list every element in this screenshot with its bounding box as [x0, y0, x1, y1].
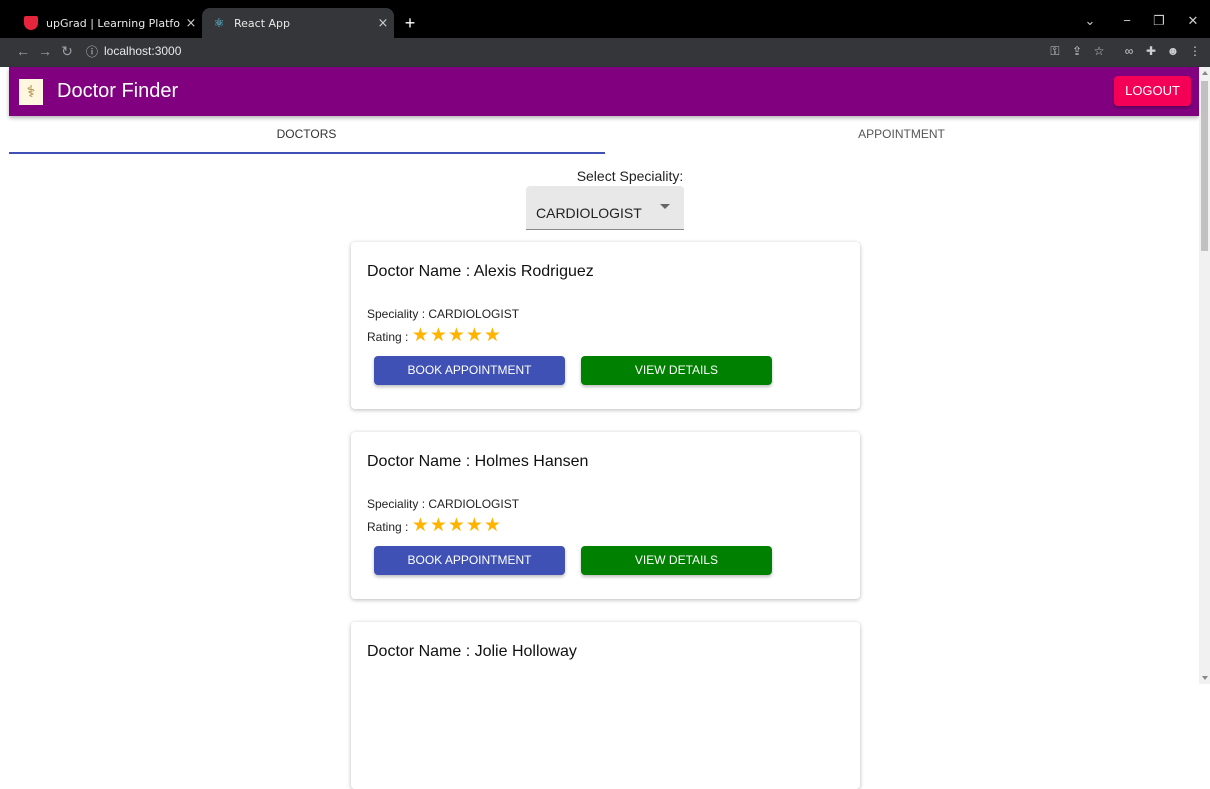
reload-icon[interactable]: ↻	[56, 43, 78, 60]
minimize-button[interactable]: −	[1112, 8, 1142, 34]
menu-kebab-icon[interactable]: ⋮	[1184, 44, 1206, 58]
doctor-speciality: Speciality : CARDIOLOGIST	[367, 497, 520, 511]
doctor-speciality: Speciality : CARDIOLOGIST	[367, 307, 520, 321]
star-icon: ★	[411, 515, 429, 536]
book-appointment-button[interactable]: BOOK APPOINTMENT	[374, 546, 565, 575]
profile-avatar-icon[interactable]: ☻	[1162, 44, 1184, 58]
rating-stars: ★ ★ ★ ★ ★	[411, 325, 501, 346]
site-info-icon[interactable]: ⓘ	[86, 43, 98, 60]
rating-label: Rating :	[367, 330, 409, 344]
new-tab-button[interactable]: +	[400, 10, 420, 36]
rating-stars: ★ ★ ★ ★ ★	[411, 515, 501, 536]
key-icon[interactable]: ⚿	[1044, 44, 1066, 59]
scrollbar-thumb[interactable]	[1201, 81, 1208, 251]
doctor-card: Doctor Name : Holmes Hansen Speciality :…	[351, 432, 860, 599]
rating-label: Rating :	[367, 520, 409, 534]
bookmark-star-icon[interactable]: ☆	[1088, 44, 1110, 58]
close-tab-icon[interactable]: ×	[180, 16, 202, 31]
doctor-card: Doctor Name : Jolie Holloway	[351, 622, 860, 789]
star-icon: ★	[411, 325, 429, 346]
doctor-name: Doctor Name : Alexis Rodriguez	[367, 263, 594, 280]
caduceus-icon: ⚕	[19, 78, 43, 105]
dropdown-arrow-icon	[660, 204, 670, 209]
url-text: localhost:3000	[104, 44, 182, 58]
react-favicon-icon: ⚛	[213, 16, 225, 30]
back-icon[interactable]: ←	[12, 43, 34, 59]
browser-tab-title: React App	[234, 16, 291, 30]
star-icon: ★	[483, 325, 501, 346]
doctor-name: Doctor Name : Holmes Hansen	[367, 453, 589, 470]
star-icon: ★	[429, 325, 447, 346]
doctor-card: Doctor Name : Alexis Rodriguez Specialit…	[351, 242, 860, 409]
tab-appointment[interactable]: APPOINTMENT	[604, 116, 1199, 154]
app-title: Doctor Finder	[57, 80, 179, 102]
tab-indicator	[9, 152, 605, 154]
star-icon: ★	[465, 325, 483, 346]
extensions-puzzle-icon[interactable]: ✚	[1140, 44, 1162, 58]
restore-button[interactable]: ❐	[1144, 8, 1174, 34]
share-icon[interactable]: ⇪	[1066, 44, 1088, 58]
doctor-rating: Rating : ★ ★ ★ ★ ★	[367, 325, 501, 345]
scroll-up-icon[interactable]	[1202, 71, 1208, 75]
speciality-select[interactable]: CARDIOLOGIST	[526, 186, 684, 230]
url-field[interactable]: ⓘ localhost:3000	[86, 43, 1044, 60]
address-bar: ← → ↻ ⓘ localhost:3000 ⚿ ⇪ ☆ ∞ ✚ ☻ ⋮	[0, 38, 1210, 64]
star-icon: ★	[483, 515, 501, 536]
tab-search-icon[interactable]: ⌄	[1075, 8, 1105, 34]
browser-tab-strip: upGrad | Learning Platform × ⚛ React App…	[0, 0, 1210, 38]
speciality-select-label: Select Speciality:	[576, 168, 684, 184]
browser-tab-upgrad[interactable]: upGrad | Learning Platform ×	[10, 8, 202, 38]
star-icon: ★	[447, 515, 465, 536]
app-header: ⚕ Doctor Finder LOGOUT	[9, 67, 1199, 116]
page-scrollbar[interactable]	[1199, 67, 1210, 684]
view-details-button[interactable]: VIEW DETAILS	[581, 356, 772, 385]
logout-button[interactable]: LOGOUT	[1114, 76, 1191, 106]
forward-icon[interactable]: →	[34, 43, 56, 59]
upgrad-favicon-icon	[24, 16, 38, 30]
scroll-down-icon[interactable]	[1202, 676, 1208, 680]
extension-glasses-icon[interactable]: ∞	[1118, 44, 1140, 58]
close-window-button[interactable]: ✕	[1178, 8, 1208, 34]
close-tab-icon[interactable]: ×	[372, 16, 394, 31]
browser-tab-title: upGrad | Learning Platform	[46, 16, 180, 30]
star-icon: ★	[447, 325, 465, 346]
book-appointment-button[interactable]: BOOK APPOINTMENT	[374, 356, 565, 385]
main-tabs: DOCTORS APPOINTMENT	[9, 116, 1199, 154]
doctor-name: Doctor Name : Jolie Holloway	[367, 643, 577, 660]
doctor-rating: Rating : ★ ★ ★ ★ ★	[367, 515, 501, 535]
star-icon: ★	[429, 515, 447, 536]
star-icon: ★	[465, 515, 483, 536]
view-details-button[interactable]: VIEW DETAILS	[581, 546, 772, 575]
browser-tab-react-app[interactable]: ⚛ React App ×	[202, 8, 394, 38]
tab-doctors[interactable]: DOCTORS	[9, 116, 604, 154]
speciality-select-value: CARDIOLOGIST	[536, 205, 642, 221]
